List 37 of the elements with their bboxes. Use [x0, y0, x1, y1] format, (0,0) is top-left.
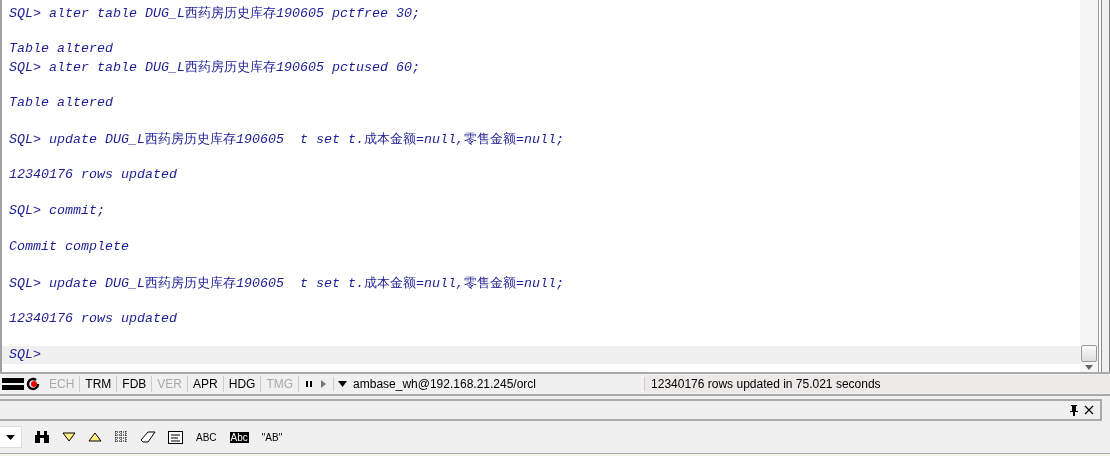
console-line: SQL> update DUG_L西药房历史库存190605 t set t.成本金额=null,零售金额=null; [8, 274, 565, 292]
pin-icon[interactable] [1070, 404, 1078, 416]
toggle-button[interactable]: HDG [223, 376, 262, 392]
close-icon[interactable] [1084, 405, 1094, 415]
grid-icon[interactable] [114, 430, 128, 444]
connection-label: ambase_wh@192.168.21.245/orcl [353, 377, 537, 391]
console-line: SQL> alter table DUG_L西药房历史库存190605 pctfree 30; [8, 4, 421, 22]
toggle-button[interactable]: APR [188, 376, 224, 392]
eraser-icon[interactable] [140, 431, 156, 443]
text-option-button[interactable]: "AB" [260, 431, 284, 443]
toggle-button[interactable]: FDB [117, 376, 153, 392]
menu-icon[interactable] [2, 377, 24, 391]
triangle-down-icon[interactable] [62, 432, 76, 442]
scrollbar[interactable] [1080, 0, 1099, 372]
scroll-down-icon[interactable] [1085, 365, 1093, 370]
console-line: 12340176 rows updated [8, 310, 178, 328]
console-line: Commit complete [8, 238, 130, 256]
console-line: SQL> alter table DUG_L西药房历史库存190605 pctused 60; [8, 58, 421, 76]
play-icon[interactable] [319, 380, 328, 388]
console-line: Table altered [8, 40, 114, 58]
triangle-up-icon[interactable] [88, 432, 102, 442]
dropdown[interactable] [0, 426, 22, 448]
text-option-button[interactable]: Abc [229, 431, 249, 443]
console-line: SQL> update DUG_L西药房历史库存190605 t set t.成本金额=null,零售金额=null; [8, 130, 565, 148]
toggle-button[interactable]: TRM [80, 376, 118, 392]
list-icon[interactable] [168, 430, 183, 444]
binoculars-icon[interactable] [34, 430, 50, 444]
console-line: SQL> commit; [8, 202, 106, 220]
status-message: 12340176 rows updated in 75.021 seconds [645, 375, 1110, 393]
dropdown-icon[interactable] [338, 381, 348, 387]
console-line: Table altered [8, 94, 114, 112]
pause-icon[interactable] [305, 380, 314, 388]
text-option-button[interactable]: ABC [195, 431, 218, 443]
scrollbar-thumb[interactable] [1081, 345, 1097, 362]
console-line: 12340176 rows updated [8, 166, 178, 184]
caret-icon [6, 434, 15, 440]
refresh-icon[interactable] [26, 377, 40, 391]
